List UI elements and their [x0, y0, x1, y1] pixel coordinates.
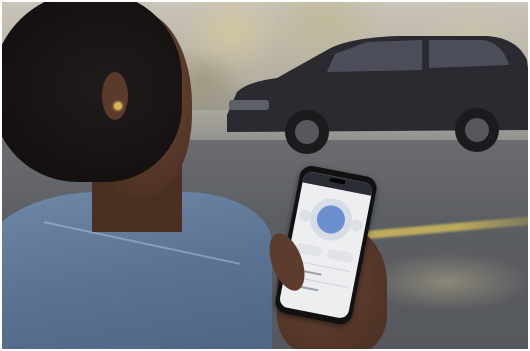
- hair: [2, 2, 182, 182]
- unlock-button: [349, 218, 364, 233]
- photo-scene: [2, 2, 528, 349]
- action-pill-right: [326, 248, 354, 264]
- ear: [102, 72, 128, 120]
- earring-icon: [114, 102, 122, 110]
- person: [2, 2, 272, 349]
